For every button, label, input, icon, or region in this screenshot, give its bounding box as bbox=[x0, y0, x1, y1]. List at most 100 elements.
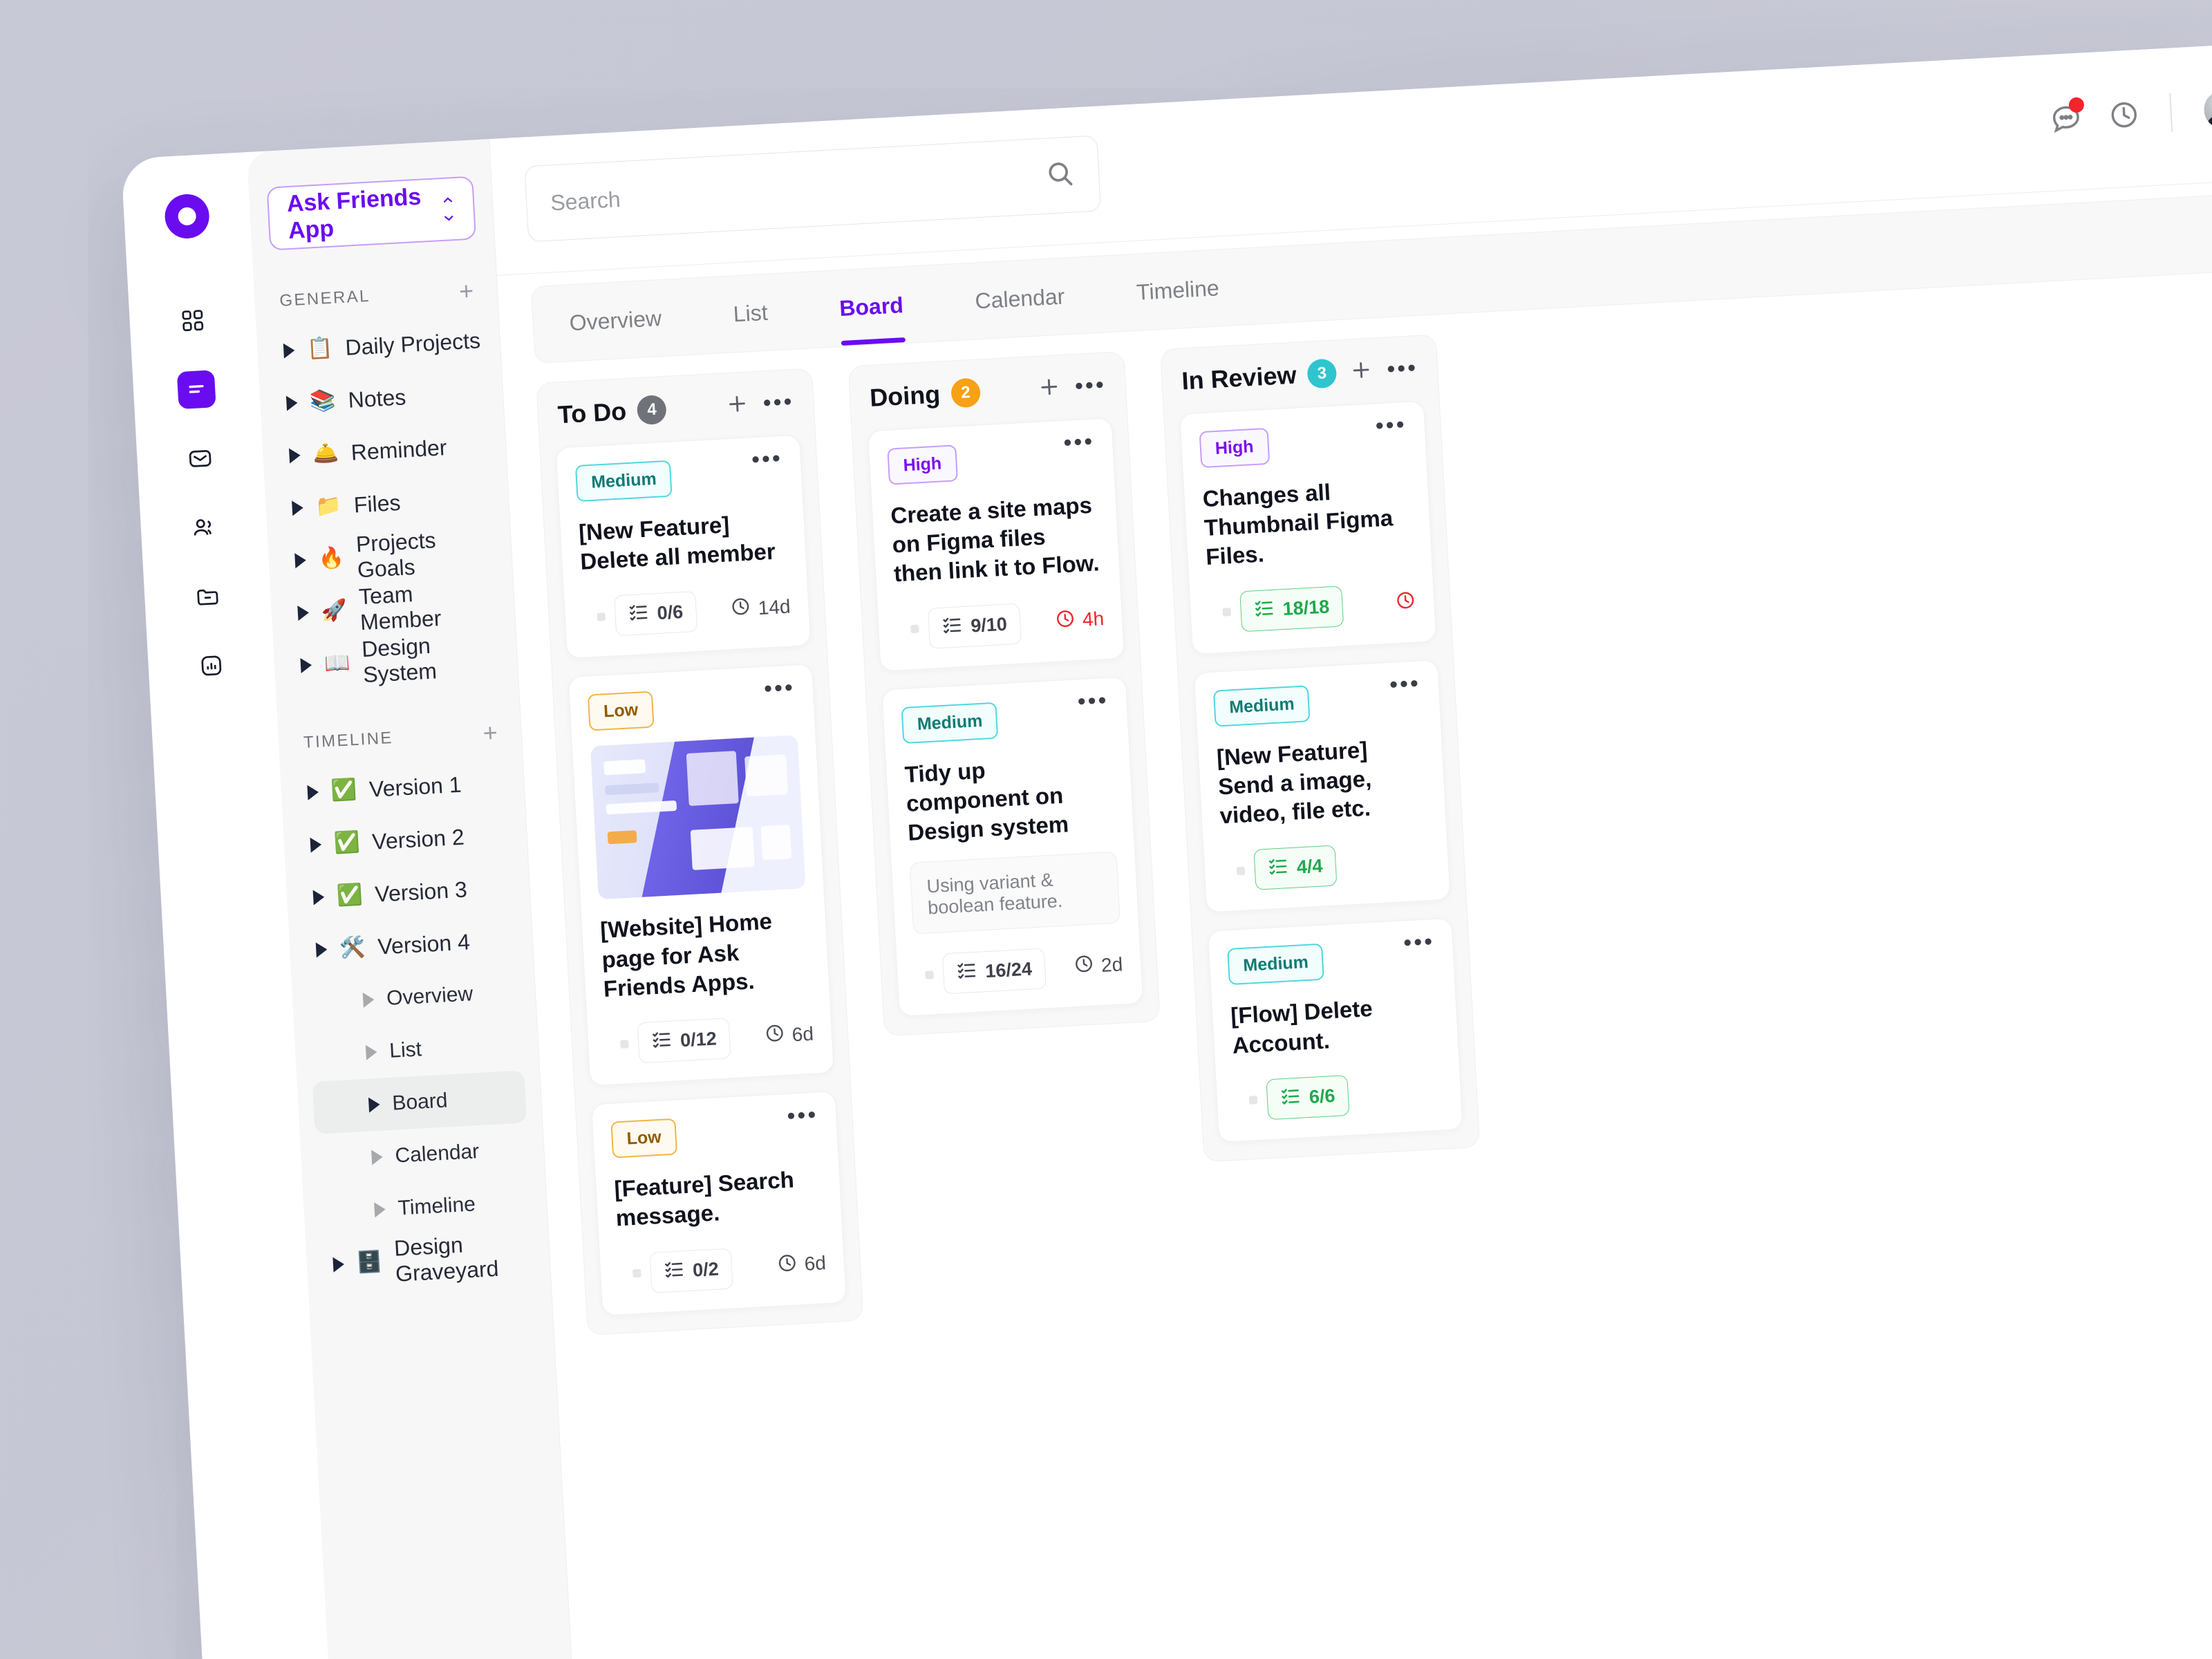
chat-bubble-icon[interactable] bbox=[2050, 97, 2085, 135]
expand-caret-icon[interactable] bbox=[300, 657, 312, 673]
folder-icon[interactable] bbox=[188, 577, 227, 617]
task-card[interactable]: Medium ••• Tidy up component on Design sys… bbox=[881, 676, 1144, 1018]
tab-calendar[interactable]: Calendar bbox=[937, 256, 1103, 341]
member-avatars[interactable] bbox=[2200, 84, 2212, 133]
board-column-in-review: In Review 3 ••• High ••• Changes all Thumbnai… bbox=[1160, 334, 1481, 1163]
expand-caret-icon[interactable] bbox=[368, 1096, 381, 1113]
card-avatars[interactable] bbox=[583, 609, 588, 626]
expand-caret-icon[interactable] bbox=[283, 342, 295, 359]
search-icon[interactable] bbox=[1044, 158, 1076, 193]
task-card[interactable]: Medium ••• [Flow] Delete Account. 6/6 bbox=[1207, 917, 1463, 1143]
task-card[interactable]: Low ••• [Feature] Search message. 0/2 6d bbox=[590, 1091, 847, 1316]
avatar[interactable] bbox=[1208, 604, 1214, 621]
card-more-button[interactable]: ••• bbox=[1375, 411, 1407, 439]
item-emoji-icon: 🔥 bbox=[317, 546, 345, 571]
task-card[interactable]: High ••• Create a site maps on Figma files… bbox=[867, 418, 1125, 672]
expand-caret-icon[interactable] bbox=[297, 605, 310, 621]
avatar[interactable] bbox=[1222, 863, 1228, 880]
sidebar-item-label: Design Graveyard bbox=[393, 1232, 500, 1286]
card-top: Medium ••• bbox=[574, 445, 784, 503]
card-more-button[interactable]: ••• bbox=[1389, 670, 1421, 697]
expand-caret-icon[interactable] bbox=[374, 1201, 386, 1218]
card-avatars[interactable] bbox=[896, 621, 902, 638]
tasks-icon[interactable] bbox=[176, 370, 216, 410]
card-avatars[interactable] bbox=[1208, 604, 1214, 621]
expand-caret-icon[interactable] bbox=[365, 1044, 377, 1060]
reports-icon[interactable] bbox=[191, 646, 231, 686]
sidebar-item-design-graveyard[interactable]: 🗄️ Design Graveyard bbox=[321, 1228, 536, 1291]
column-actions: ••• bbox=[725, 388, 795, 419]
avatar[interactable] bbox=[583, 609, 588, 626]
add-general-button[interactable]: + bbox=[458, 276, 474, 306]
card-title: Tidy up component on Design system bbox=[903, 757, 1069, 846]
expand-caret-icon[interactable] bbox=[371, 1149, 384, 1165]
avatar[interactable] bbox=[1235, 1092, 1240, 1109]
add-card-button[interactable] bbox=[725, 391, 750, 420]
card-avatars[interactable] bbox=[606, 1036, 611, 1053]
due-label: 14d bbox=[757, 595, 791, 619]
checklist-count: 9/10 bbox=[970, 613, 1008, 637]
meta-separator bbox=[619, 1039, 629, 1049]
expand-caret-icon[interactable] bbox=[310, 836, 322, 853]
expand-caret-icon[interactable] bbox=[294, 552, 307, 569]
sidebar-item-design-system[interactable]: 📖 Design System bbox=[288, 628, 503, 692]
people-icon[interactable] bbox=[185, 508, 224, 547]
expand-caret-icon[interactable] bbox=[332, 1256, 345, 1273]
column-title: To Do bbox=[556, 397, 628, 429]
expand-caret-icon[interactable] bbox=[307, 784, 319, 800]
card-avatars[interactable] bbox=[618, 1266, 624, 1282]
expand-caret-icon[interactable] bbox=[288, 447, 301, 464]
search-input[interactable]: Search bbox=[524, 135, 1102, 243]
avatar[interactable] bbox=[906, 967, 912, 984]
column-more-button[interactable]: ••• bbox=[762, 388, 795, 416]
avatar[interactable] bbox=[896, 621, 902, 638]
expand-caret-icon[interactable] bbox=[315, 941, 328, 958]
column-actions: ••• bbox=[1349, 355, 1419, 386]
card-footer: 18/18 bbox=[1208, 581, 1417, 633]
avatar[interactable] bbox=[2200, 86, 2212, 133]
add-timeline-button[interactable]: + bbox=[482, 718, 498, 747]
card-more-button[interactable]: ••• bbox=[751, 445, 783, 473]
tab-board[interactable]: Board bbox=[801, 264, 941, 348]
checklist-chip: 6/6 bbox=[1266, 1074, 1349, 1121]
avatar[interactable] bbox=[915, 967, 921, 984]
due-label: 4h bbox=[1082, 608, 1105, 630]
meta-separator bbox=[597, 612, 606, 621]
task-card[interactable]: High ••• Changes all Thumbnail Figma Files… bbox=[1179, 400, 1437, 655]
apps-grid-icon[interactable] bbox=[173, 301, 212, 340]
clock-icon[interactable] bbox=[2108, 98, 2141, 131]
column-more-button[interactable]: ••• bbox=[1386, 355, 1418, 382]
expand-caret-icon[interactable] bbox=[292, 500, 304, 516]
card-avatars[interactable] bbox=[906, 967, 921, 984]
task-card[interactable]: Medium ••• [New Feature] Delete all member… bbox=[555, 434, 812, 659]
tab-list[interactable]: List bbox=[695, 272, 806, 355]
meta-separator bbox=[1236, 866, 1246, 876]
card-description[interactable]: Using variant & boolean feature. bbox=[909, 851, 1121, 935]
card-more-button[interactable]: ••• bbox=[1403, 928, 1435, 956]
card-avatars[interactable] bbox=[1222, 863, 1228, 880]
card-footer: 0/2 6d bbox=[618, 1243, 827, 1295]
item-emoji-icon: 🛠️ bbox=[339, 935, 366, 960]
workspace-selector[interactable]: Ask Friends App bbox=[266, 176, 477, 251]
avatar[interactable] bbox=[606, 1036, 611, 1053]
column-more-button[interactable]: ••• bbox=[1074, 372, 1107, 400]
card-more-button[interactable]: ••• bbox=[1077, 687, 1109, 715]
priority-badge: Medium bbox=[1227, 944, 1325, 986]
expand-caret-icon[interactable] bbox=[312, 889, 325, 906]
avatar[interactable] bbox=[618, 1266, 624, 1282]
expand-caret-icon[interactable] bbox=[362, 991, 375, 1008]
mail-icon[interactable] bbox=[180, 439, 220, 478]
expand-caret-icon[interactable] bbox=[285, 395, 299, 411]
card-avatars[interactable] bbox=[1235, 1092, 1240, 1109]
card-more-button[interactable]: ••• bbox=[1062, 428, 1095, 456]
card-more-button[interactable]: ••• bbox=[763, 675, 796, 702]
add-card-button[interactable] bbox=[1349, 357, 1374, 386]
task-card[interactable]: Low ••• [Website] Home page for Ask Friend… bbox=[568, 664, 835, 1087]
tab-overview[interactable]: Overview bbox=[532, 277, 700, 364]
checklist-icon bbox=[1267, 856, 1289, 883]
add-card-button[interactable] bbox=[1037, 374, 1062, 402]
task-card[interactable]: Medium ••• [New Feature] Send a image, vid… bbox=[1193, 659, 1451, 914]
card-more-button[interactable]: ••• bbox=[787, 1102, 819, 1130]
circle-logo-icon[interactable] bbox=[163, 193, 211, 240]
tab-timeline[interactable]: Timeline bbox=[1098, 247, 1257, 333]
